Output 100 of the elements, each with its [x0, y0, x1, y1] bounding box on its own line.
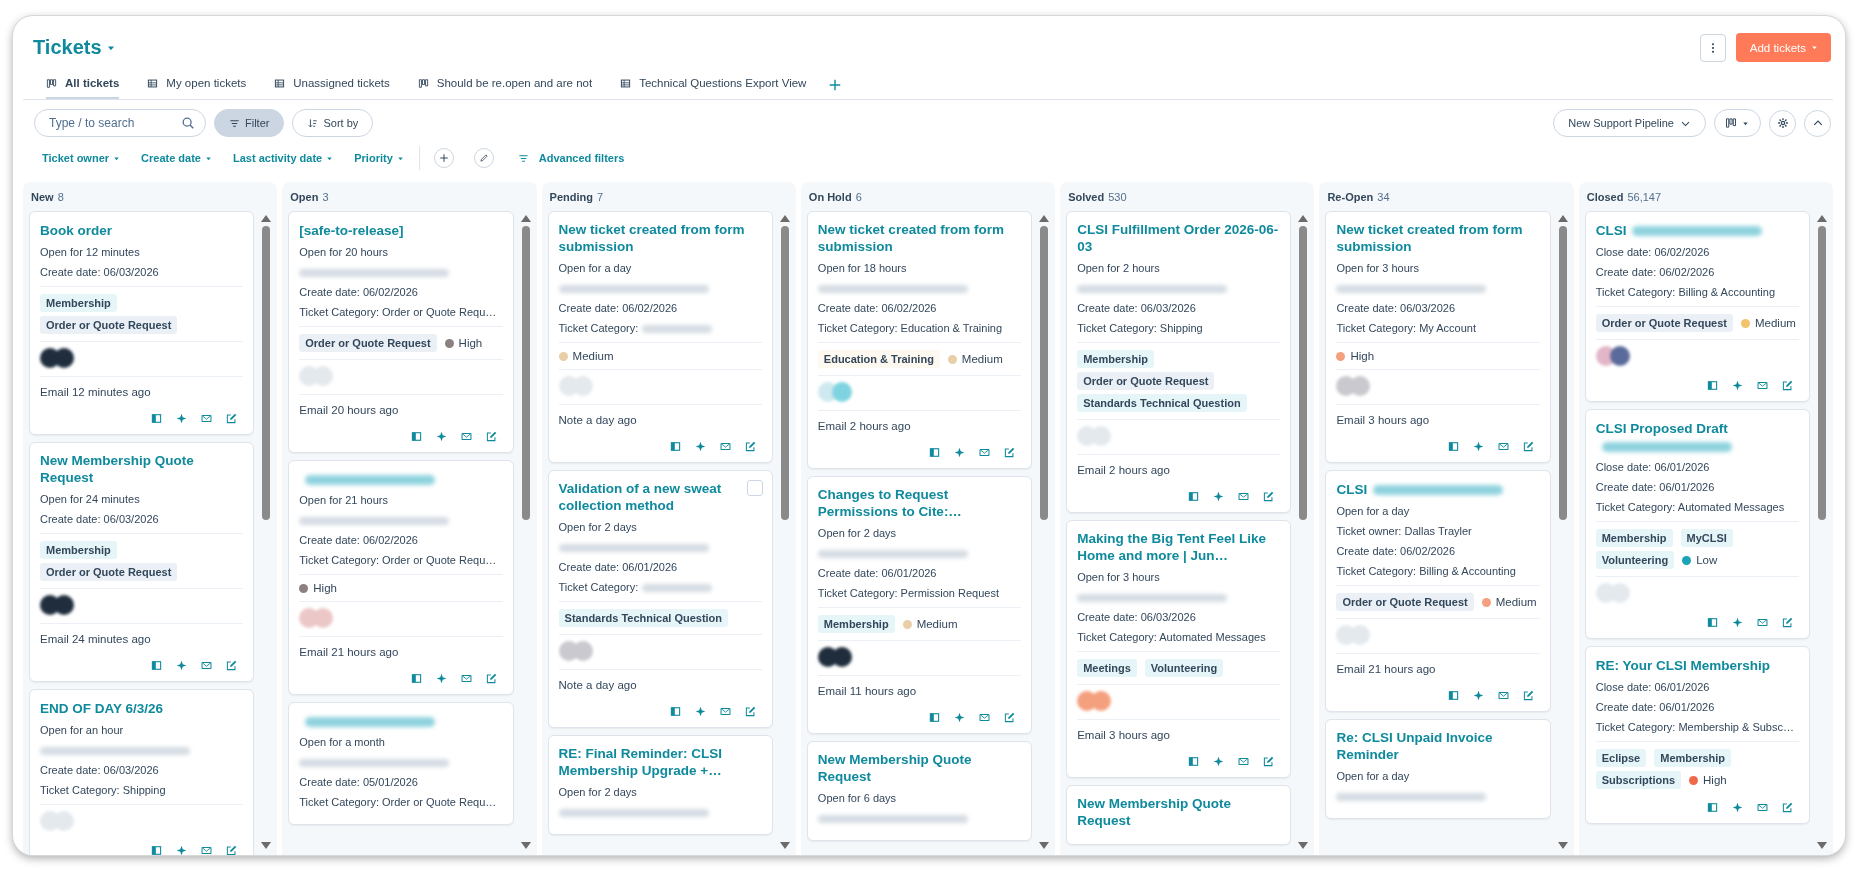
sparkle-icon[interactable]	[1732, 380, 1743, 391]
email-icon[interactable]	[1757, 617, 1768, 628]
sparkle-icon[interactable]	[1213, 756, 1225, 767]
email-icon[interactable]	[1238, 491, 1250, 502]
email-icon[interactable]	[1238, 756, 1250, 767]
preview-icon[interactable]	[151, 413, 163, 424]
filter-icon[interactable]	[229, 117, 240, 129]
sparkle-icon[interactable]	[435, 431, 447, 442]
preview-icon[interactable]	[669, 441, 681, 452]
view-tab[interactable]: Should be re.open and are not	[417, 71, 593, 99]
ticket-card[interactable]: Making the Big Tent Feel Like Home and more | Jun… Open for 3 hours Create date: 06/03/2026 Ticket Category: Automated Messages Meetings Volunteering Email 3 hours ago	[1066, 520, 1292, 778]
ticket-title[interactable]: New ticket created from form submission	[558, 221, 762, 255]
email-icon[interactable]	[719, 706, 731, 717]
ticket-card[interactable]: RE: Final Reminder: CLSI Membership Upgrade +… Open for 2 days	[547, 735, 773, 835]
ticket-card[interactable]: Open for a month Create date: 05/01/2026 Ticket Category: Order or Quote Requ…	[288, 702, 514, 825]
ticket-title[interactable]: RE: Your CLSI Membership	[1595, 657, 1770, 674]
sparkle-icon[interactable]	[1213, 491, 1225, 502]
email-icon[interactable]	[1757, 802, 1768, 813]
ticket-title[interactable]: Changes to Request Permissions to Cite:…	[817, 486, 1022, 520]
sparkle-icon[interactable]	[954, 712, 966, 723]
view-tab[interactable]: All tickets	[46, 71, 120, 99]
checkbox[interactable]	[746, 480, 763, 496]
sparkle-icon[interactable]	[1472, 441, 1484, 452]
edit-icon[interactable]	[1522, 690, 1534, 701]
sparkle-icon[interactable]	[1732, 617, 1743, 628]
view-tab[interactable]: Unassigned tickets	[274, 71, 390, 99]
view-tab[interactable]: My open tickets	[147, 71, 247, 99]
ticket-title[interactable]: New ticket created from form submission	[1336, 221, 1540, 255]
ticket-title[interactable]: CLSI	[1336, 481, 1368, 498]
table-icon[interactable]	[147, 77, 159, 89]
ticket-title[interactable]: CLSI Fulfillment Order 2026-06-03	[1077, 221, 1281, 255]
sparkle-icon[interactable]	[1732, 802, 1743, 813]
sparkle-icon[interactable]	[176, 845, 188, 855]
ticket-title[interactable]: CLSI Proposed Draft	[1595, 420, 1728, 437]
ticket-card[interactable]: END OF DAY 6/3/26 Open for an hour Create date: 06/03/2026 Ticket Category: Shipping	[29, 689, 255, 855]
preview-icon[interactable]	[929, 712, 941, 723]
sort-button[interactable]: Sort by	[292, 109, 374, 137]
email-icon[interactable]	[201, 845, 213, 855]
search-field[interactable]: Type / to search	[34, 109, 206, 137]
ticket-title[interactable]: Book order	[40, 222, 112, 239]
pipeline-select[interactable]: New Support Pipeline	[1553, 109, 1706, 137]
preview-icon[interactable]	[1707, 617, 1718, 628]
ticket-card[interactable]: CLSI Open for a day Ticket owner: Dallas Trayler Create date: 06/02/2026 Ticket Category: Billing & Accounting Order or Quote Request Medium Email 21 hours ago	[1325, 470, 1551, 712]
ticket-card[interactable]: New Membership Quote Request Open for 6 days	[806, 741, 1033, 841]
add-tab-icon[interactable]	[828, 78, 843, 92]
ticket-card[interactable]: Validation of a new sweat collection method Open for 2 days Create date: 06/01/2026 Ticket Category: Standards Technical Question Note a day ago	[547, 470, 773, 728]
edit-icon[interactable]	[485, 673, 497, 684]
preview-icon[interactable]	[1707, 380, 1718, 391]
email-icon[interactable]	[460, 431, 472, 442]
ticket-title[interactable]: CLSI	[1595, 222, 1627, 239]
ticket-card[interactable]: Book order Open for 12 minutes Create date: 06/03/2026 Membership Order or Quote Request Email 12 minutes ago	[29, 211, 255, 435]
ticket-card[interactable]: New ticket created from form submission Open for 3 hours Create date: 06/03/2026 Ticket Category: My Account High Email 3 hours ago	[1325, 211, 1551, 463]
edit-icon[interactable]	[1263, 756, 1275, 767]
preview-icon[interactable]	[151, 845, 163, 855]
ticket-card[interactable]: CLSI Close date: 06/02/2026 Create date: 06/02/2026 Ticket Category: Billing & Accounting Order or Quote Request Medium	[1584, 211, 1810, 402]
board-icon[interactable]	[417, 77, 429, 89]
sparkle-icon[interactable]	[694, 441, 706, 452]
edit-icon[interactable]	[226, 845, 238, 855]
table-icon[interactable]	[274, 77, 286, 89]
ticket-card[interactable]: RE: Your CLSI Membership Close date: 06/01/2026 Create date: 06/01/2026 Ticket Category: Membership & Subsc… Eclipse Membership Subscriptions High	[1584, 646, 1810, 824]
ticket-title[interactable]: Re: CLSI Unpaid Invoice Reminder	[1336, 729, 1540, 763]
email-icon[interactable]	[1497, 441, 1509, 452]
email-icon[interactable]	[719, 441, 731, 452]
sparkle-icon[interactable]	[176, 413, 188, 424]
preview-icon[interactable]	[929, 447, 941, 458]
edit-icon[interactable]	[744, 441, 756, 452]
sparkle-icon[interactable]	[954, 447, 966, 458]
filter-dropdown[interactable]: Create date	[141, 152, 213, 164]
ticket-card[interactable]: CLSI Fulfillment Order 2026-06-03 Open for 2 hours Create date: 06/03/2026 Ticket Category: Shipping Membership Order or Quote Request Standards Technical Question Email 2 hours ago	[1066, 211, 1292, 513]
email-icon[interactable]	[1757, 380, 1768, 391]
preview-icon[interactable]	[410, 431, 422, 442]
ticket-card[interactable]: Changes to Request Permissions to Cite:… Open for 2 days Create date: 06/01/2026 Ticket Category: Permission Request Membership Medium Email 11 hours ago	[806, 476, 1033, 734]
ticket-title[interactable]: [safe-to-release]	[299, 222, 404, 239]
edit-icon[interactable]	[1004, 447, 1016, 458]
edit-icon[interactable]	[1004, 712, 1016, 723]
edit-icon[interactable]	[1782, 617, 1793, 628]
preview-icon[interactable]	[1447, 441, 1459, 452]
settings-button[interactable]	[1769, 109, 1796, 137]
email-icon[interactable]	[979, 712, 991, 723]
email-icon[interactable]	[979, 447, 991, 458]
view-tab[interactable]: Technical Questions Export View	[620, 71, 807, 99]
email-icon[interactable]	[1497, 690, 1509, 701]
ticket-card[interactable]: New ticket created from form submission Open for 18 hours Create date: 06/02/2026 Ticket Category: Education & Training Education & Training Medium Email 2 hours ago	[806, 211, 1033, 469]
ticket-card[interactable]: New Membership Quote Request	[1066, 785, 1292, 845]
sparkle-icon[interactable]	[1472, 690, 1484, 701]
preview-icon[interactable]	[1707, 802, 1718, 813]
ticket-title[interactable]: Validation of a new sweat collection method	[558, 480, 738, 514]
pencil-icon[interactable]	[478, 153, 489, 163]
ticket-title[interactable]: Making the Big Tent Feel Like Home and more | Jun…	[1077, 530, 1281, 564]
filter-dropdown[interactable]: Priority	[354, 152, 405, 164]
preview-icon[interactable]	[410, 673, 422, 684]
email-icon[interactable]	[201, 413, 213, 424]
edit-icon[interactable]	[485, 431, 497, 442]
ticket-card[interactable]: New Membership Quote Request Open for 24 minutes Create date: 06/03/2026 Membership Order or Quote Request Email 24 minutes ago	[29, 442, 255, 682]
board-icon[interactable]	[46, 77, 57, 89]
ticket-title[interactable]: New Membership Quote Request	[40, 452, 244, 486]
email-icon[interactable]	[460, 673, 472, 684]
ticket-card[interactable]: New ticket created from form submission Open for a day Create date: 06/02/2026 Ticket Category: Medium Note a day ago	[547, 211, 773, 463]
board-icon[interactable]	[1725, 117, 1737, 129]
page-title[interactable]: Tickets	[33, 36, 117, 59]
